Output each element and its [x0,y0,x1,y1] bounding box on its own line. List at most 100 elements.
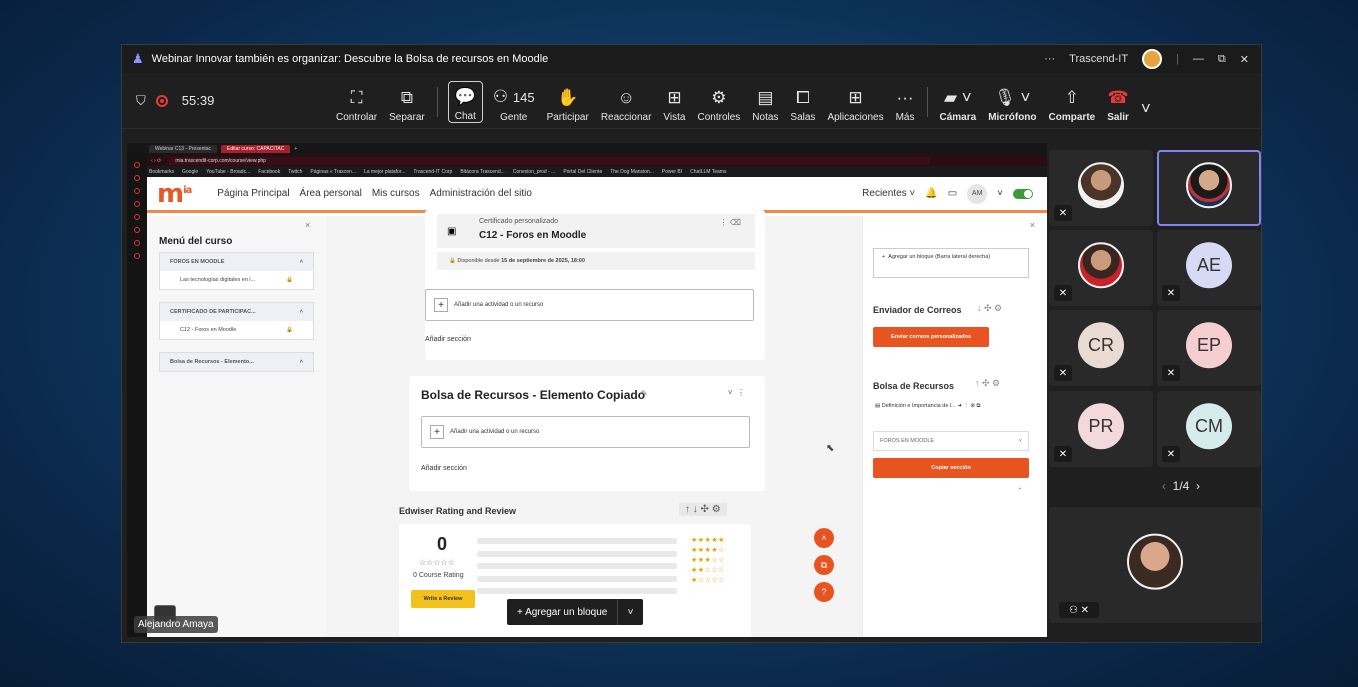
salas-button[interactable]: ⧠ Salas [784,79,821,123]
rating-count: 0 Course Rating [413,572,464,579]
participant-tile[interactable]: PR ✕ [1049,391,1153,467]
mic-off-icon: ✕ [1054,285,1072,301]
salir-button[interactable]: ☎ Salir [1101,79,1135,123]
browser-tab[interactable]: Webinar C13 - Presentac [149,145,218,153]
chat-button[interactable]: 💬 Chat [447,81,483,123]
mia-logo[interactable]: mia [157,179,192,209]
course-menu-title: Menú del curso [159,236,233,247]
bookmark-item[interactable]: Portal Del Cliente [563,169,602,175]
add-activity-button[interactable]: + Añadir una actividad o un recurso [421,416,750,448]
separar-button[interactable]: ⧉ Separar [383,79,431,123]
chevron-down-icon[interactable]: ˅ [617,599,643,625]
participant-tile[interactable]: AE ✕ [1157,230,1261,306]
bookmark-item[interactable]: ChatLLM Teams [690,169,726,175]
bookmark-item[interactable]: Bookmarks [149,169,174,175]
recientes-menu[interactable]: Recientes ˅ [862,188,915,199]
add-section-link[interactable]: Añadir sección [425,336,471,343]
notas-button[interactable]: ▤ Notas [746,79,784,123]
bookmark-item[interactable]: Twitch [288,169,302,175]
nav-mis-cursos[interactable]: Mis cursos [372,188,420,199]
close-icon[interactable]: × [305,220,310,230]
profile-avatar[interactable] [1142,49,1163,69]
close-icon[interactable]: ✕ [1240,53,1249,66]
add-activity-button[interactable]: + Añadir una actividad o un recurso [425,289,754,321]
add-block-right-button[interactable]: + Agregar un bloque (Barra lateral derec… [873,248,1029,278]
nav-administracion[interactable]: Administración del sitio [430,188,532,199]
gente-button[interactable]: ⚇ 145 Gente [487,79,541,123]
participant-tile[interactable]: CR ✕ [1049,310,1153,386]
activity-menu-icon[interactable]: ⋮ ⌫ [719,218,741,227]
bookmark-item[interactable]: Páginas « Trascen... [310,169,356,175]
new-tab-icon[interactable]: + [294,146,297,152]
section-menu-icon[interactable]: ˅ ⋮ [728,388,745,397]
comparte-button[interactable]: ⇧ Comparte [1043,79,1102,123]
add-block-button[interactable]: + Agregar un bloque ˅ [507,599,643,625]
nav-pagina-principal[interactable]: Página Principal [217,188,289,199]
chevron-down-icon[interactable]: ˅ [997,188,1003,199]
bookmark-item[interactable]: Facebook [258,169,280,175]
bell-icon[interactable]: 🔔 [925,188,937,199]
vista-button[interactable]: ⊞ Vista [657,79,691,123]
write-review-button[interactable]: Write a Review [411,590,475,608]
bookmark-item[interactable]: Power BI [662,169,682,175]
avatar [1078,242,1124,289]
more-icon[interactable]: ··· [1044,53,1055,65]
course-section[interactable]: Bolsa de Recursos - Elemento... ˄ [159,352,314,372]
url-field[interactable]: mia.trascendit-corp.com/course/view.php [169,156,930,165]
chevron-up-icon[interactable]: ˄ [300,359,303,365]
participant-tile[interactable]: ✕ [1049,230,1153,306]
chevron-left-icon[interactable]: ‹ [1162,479,1166,493]
chevron-up-icon[interactable]: ˄ [814,528,834,548]
chevron-right-icon[interactable]: › [1196,479,1200,493]
reaccionar-button[interactable]: ☺ Reaccionar [595,79,658,123]
minimize-icon[interactable]: — [1193,53,1204,65]
bolsa-section-title[interactable]: Bolsa de Recursos - Elemento Copiado [421,388,645,402]
certificate-activity[interactable]: ▣ Certificado personalizado C12 - Foros … [437,214,755,248]
bookmark-item[interactable]: Bitácora Trascend... [460,169,504,175]
message-icon[interactable]: ▭ [948,188,957,199]
bookmark-item[interactable]: The Dog Mansion... [610,169,654,175]
expand-icon[interactable]: ⧉ [814,555,834,575]
camara-button[interactable]: ▰ ˅ Cámara [934,79,983,123]
mas-button[interactable]: ··· Más [890,79,921,123]
edit-mode-toggle[interactable] [1013,188,1033,199]
edit-pencil-icon[interactable]: ✎ [641,389,648,398]
add-section-link[interactable]: Añadir sección [421,465,467,472]
block-controls-icon[interactable]: ↓ ✣ ⚙ [977,303,1002,314]
chevron-up-icon[interactable]: ˄ [300,309,303,315]
aplicaciones-button[interactable]: ⊞ Aplicaciones [821,79,889,123]
leave-options-button[interactable]: ˅ [1135,79,1157,123]
block-controls-icon[interactable]: ↑ ↓ ✣ ⚙ [679,503,727,516]
course-section[interactable]: CERTIFICADO DE PARTICIPAC... ˄ C12 - Foro… [159,302,314,340]
course-section[interactable]: FOROS EN MOODLE ˄ Las tecnologías digital… [159,252,314,290]
close-icon[interactable]: × [1030,220,1035,230]
section-select[interactable]: FOROS EN MOODLE ˅ [873,431,1029,451]
bolsa-item[interactable]: ▤ Definición e Importancia de l... ➜ ⋮ ⊗… [875,403,980,410]
bookmark-item[interactable]: La mejor platafor... [364,169,405,175]
nav-area-personal[interactable]: Área personal [300,188,362,199]
help-icon[interactable]: ? [814,582,834,602]
help-icon[interactable]: ◔ [1017,486,1021,493]
bookmark-item[interactable]: Trascend-IT Corp [413,169,452,175]
bookmark-item[interactable]: Google [182,169,198,175]
controlar-button[interactable]: ⛶ Controlar [330,79,383,123]
participar-button[interactable]: ✋ Participar [541,79,595,123]
block-controls-icon[interactable]: ↑ ✣ ⚙ [975,378,1000,389]
nav-arrows-icon[interactable]: ‹ › ⟳ [151,158,161,164]
participant-tile[interactable]: CM ✕ [1157,391,1261,467]
participant-tile[interactable]: EP ✕ [1157,310,1261,386]
copy-section-button[interactable]: Copiar sección [873,458,1029,478]
participant-tile[interactable]: ✕ [1049,150,1153,226]
certificate-name[interactable]: C12 - Foros en Moodle [479,230,586,241]
restore-icon[interactable]: ⧉ [1218,53,1226,66]
bookmark-item[interactable]: Conexion_prod - ... [513,169,556,175]
bookmark-item[interactable]: YouTube - Broadc... [206,169,250,175]
send-mail-button[interactable]: Enviar correos personalizados [873,327,989,347]
participant-tile[interactable] [1157,150,1261,226]
controles-button[interactable]: ⚙ Controles [691,79,746,123]
browser-tab-active[interactable]: Editar curso: CAPACITAC [221,145,291,153]
chevron-up-icon[interactable]: ˄ [300,259,303,265]
self-video-tile[interactable]: ⚇ ✕ [1049,507,1261,623]
microfono-button[interactable]: 🎙 ˅ Micrófono [982,79,1042,123]
user-avatar[interactable]: AM [967,183,988,204]
